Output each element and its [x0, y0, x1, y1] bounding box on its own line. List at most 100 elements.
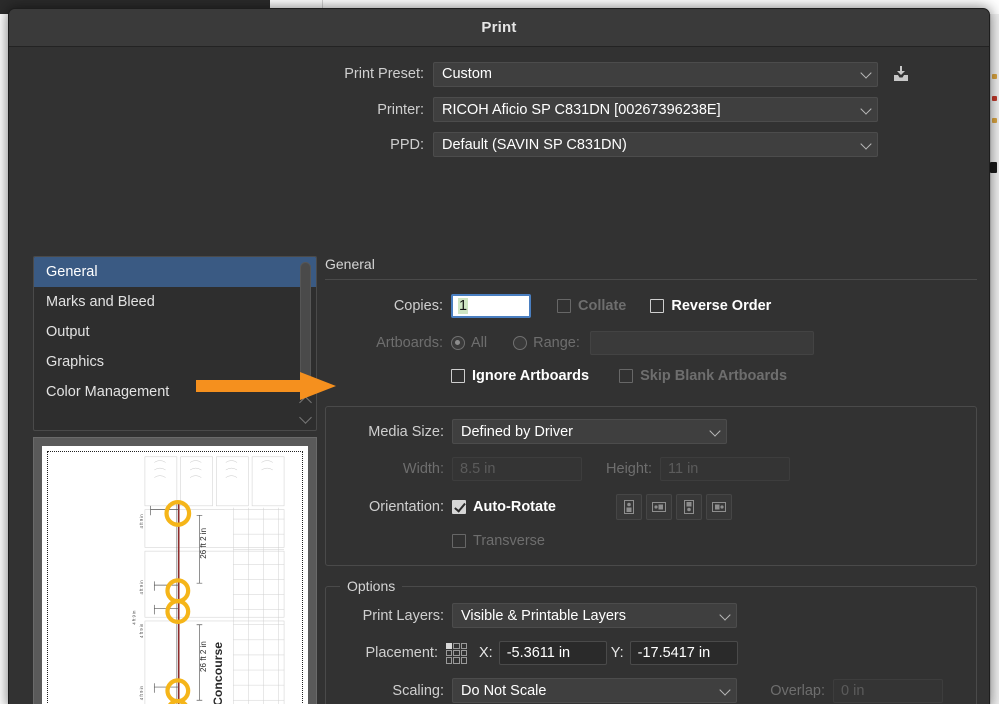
- ppd-dropdown[interactable]: Default (SAVIN SP C831DN): [433, 132, 878, 157]
- scroll-down-icon[interactable]: [299, 411, 312, 424]
- ppd-value: Default (SAVIN SP C831DN): [442, 136, 627, 153]
- print-preset-row: Print Preset: Custom: [9, 61, 989, 87]
- placement-x-label: X:: [479, 645, 493, 661]
- ignore-artboards-checkbox[interactable]: Ignore Artboards: [451, 368, 589, 384]
- radio-button: [451, 336, 465, 350]
- options-heading: Options: [340, 578, 403, 594]
- height-input: 11 in: [660, 457, 790, 481]
- sidebar-item-label: Marks and Bleed: [46, 294, 155, 310]
- auto-rotate-label: Auto-Rotate: [473, 499, 556, 515]
- chevron-down-icon: [860, 67, 872, 79]
- media-size-group: Media Size: Defined by Driver Width: 8.5…: [325, 406, 977, 566]
- overlap-input: 0 in: [833, 678, 943, 703]
- svg-text:4 ft 9 in: 4 ft 9 in: [139, 580, 144, 595]
- sidebar-scrollbar[interactable]: [297, 260, 314, 427]
- checkbox-box: [557, 299, 571, 313]
- print-preview-pane[interactable]: 26 ft 2 in 26 ft 2 in Concourse 4 ft 9 i…: [33, 437, 317, 704]
- artboards-row: Artboards: All Range:: [325, 331, 977, 355]
- background-toolbar-light: [270, 0, 999, 8]
- svg-text:4 ft 9 in: 4 ft 9 in: [139, 685, 144, 700]
- annotation-arrow: [196, 371, 336, 401]
- copies-value: 1: [458, 298, 469, 314]
- orientation-reverse-portrait-button[interactable]: [675, 494, 702, 520]
- scaling-dropdown[interactable]: Do Not Scale: [452, 678, 737, 703]
- checkbox-box[interactable]: [451, 369, 465, 383]
- print-dialog: Print Print Preset: Custom Printer: RICO…: [8, 8, 990, 704]
- radio-button: [513, 336, 528, 350]
- height-label: Height:: [606, 461, 652, 477]
- reverse-order-label: Reverse Order: [671, 298, 772, 314]
- sidebar-item-marks-and-bleed[interactable]: Marks and Bleed: [34, 287, 316, 317]
- skip-blank-artboards-label: Skip Blank Artboards: [640, 368, 788, 384]
- artboards-all-label: All: [471, 335, 488, 351]
- print-layers-value: Visible & Printable Layers: [461, 607, 626, 624]
- printer-label: Printer:: [377, 101, 424, 118]
- svg-text:4 ft 9 in: 4 ft 9 in: [139, 514, 144, 529]
- swatch-marker-red: [992, 96, 997, 101]
- width-height-row: Width: 8.5 in Height: 11 in: [340, 457, 962, 481]
- checkbox-box: [452, 534, 466, 548]
- media-size-label: Media Size:: [368, 423, 444, 440]
- printer-dropdown[interactable]: RICOH Aficio SP C831DN [00267396238E]: [433, 97, 878, 122]
- scaling-row: Scaling: Do Not Scale Overlap: 0 in: [340, 678, 962, 703]
- orientation-reverse-landscape-button[interactable]: [705, 494, 732, 520]
- placement-row: Placement: X: -5.3611 in Y: -17.5417 in: [340, 641, 962, 665]
- sidebar-item-output[interactable]: Output: [34, 317, 316, 347]
- checkbox-box[interactable]: [650, 299, 665, 313]
- print-preset-dropdown[interactable]: Custom: [433, 61, 878, 87]
- save-preset-button[interactable]: [888, 61, 914, 87]
- dialog-title: Print: [481, 19, 517, 36]
- sidebar-item-label: Output: [46, 324, 90, 340]
- sidebar-item-general[interactable]: General: [34, 257, 316, 287]
- placement-y-label: Y:: [610, 645, 624, 661]
- screen: Print Print Preset: Custom Printer: RICO…: [0, 0, 999, 704]
- artboards-label: Artboards:: [376, 335, 443, 351]
- overlap-value: 0 in: [841, 682, 865, 699]
- settings-category-list[interactable]: General Marks and Bleed Output Graphics …: [33, 256, 317, 431]
- scrollbar-thumb[interactable]: [300, 262, 311, 380]
- orientation-landscape-button[interactable]: [645, 494, 672, 520]
- general-section-heading: General: [325, 256, 375, 272]
- placement-y-value: -17.5417 in: [637, 645, 711, 661]
- height-value: 11 in: [668, 461, 699, 477]
- placement-x-value: -5.3611 in: [506, 645, 571, 661]
- orientation-portrait-button[interactable]: [615, 494, 642, 520]
- reverse-landscape-icon: [711, 502, 726, 512]
- swatch-marker-dark: [990, 162, 997, 173]
- portrait-icon: [623, 500, 634, 514]
- sidebar-item-partial[interactable]: [34, 407, 316, 421]
- collate-label: Collate: [578, 298, 627, 314]
- width-input: 8.5 in: [452, 457, 582, 481]
- checkbox-box[interactable]: [452, 500, 466, 514]
- options-group: Options Print Layers: Visible & Printabl…: [325, 578, 977, 704]
- swatch-marker-orange: [992, 118, 997, 123]
- svg-text:26 ft 2 in: 26 ft 2 in: [199, 528, 208, 559]
- printer-settings-group: Print Preset: Custom Printer: RICOH Afic…: [9, 47, 989, 173]
- sidebar-item-label: Color Management: [46, 384, 170, 400]
- general-settings-panel: General Copies: 1 Collate Reverse Order: [325, 256, 977, 704]
- media-size-value: Defined by Driver: [461, 423, 574, 440]
- chevron-down-icon: [719, 683, 731, 696]
- print-layers-dropdown[interactable]: Visible & Printable Layers: [452, 603, 737, 628]
- transverse-row: Transverse: [340, 533, 962, 549]
- artboards-range-radio: Range:: [513, 335, 580, 351]
- copies-label: Copies:: [393, 298, 443, 314]
- auto-rotate-checkbox[interactable]: Auto-Rotate: [452, 499, 556, 515]
- placement-x-input[interactable]: -5.3611 in: [498, 641, 607, 665]
- reverse-order-checkbox[interactable]: Reverse Order: [650, 298, 771, 314]
- sidebar-item-label: General: [46, 264, 98, 280]
- overlap-label: Overlap:: [770, 682, 825, 699]
- preview-drawing: 26 ft 2 in 26 ft 2 in Concourse 4 ft 9 i…: [49, 453, 301, 704]
- placement-y-input[interactable]: -17.5417 in: [629, 641, 738, 665]
- svg-text:Concourse: Concourse: [211, 642, 225, 704]
- print-preset-value: Custom: [442, 66, 492, 82]
- ignore-artboards-row: Ignore Artboards Skip Blank Artboards: [325, 368, 977, 384]
- artboards-range-input: [589, 331, 814, 355]
- annotation-arrow-icon: [196, 372, 336, 400]
- placement-grid-icon[interactable]: [446, 642, 467, 664]
- printer-value: RICOH Aficio SP C831DN [00267396238E]: [442, 101, 721, 118]
- copies-input[interactable]: 1: [451, 294, 531, 318]
- chevron-down-icon: [709, 424, 721, 437]
- media-size-dropdown[interactable]: Defined by Driver: [452, 419, 727, 444]
- print-preset-label: Print Preset:: [344, 66, 424, 82]
